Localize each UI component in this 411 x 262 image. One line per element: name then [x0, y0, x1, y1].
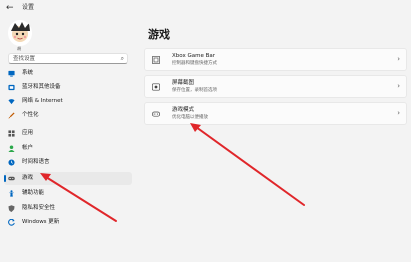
sidebar-item-label: 帐户 — [22, 145, 34, 151]
account-icon — [8, 145, 15, 152]
time-language-icon — [8, 159, 15, 166]
network-icon — [8, 99, 15, 105]
apps-icon — [8, 130, 15, 137]
sidebar-item-bluetooth[interactable]: 蓝牙和其他设备 — [4, 81, 132, 94]
card-subtitle: 保存位置，录制首选项 — [172, 88, 217, 93]
card-title: 游戏模式 — [172, 107, 195, 113]
game-mode-card[interactable]: 游戏模式 优化电脑以便播放 › — [144, 102, 407, 125]
avatar-image — [11, 22, 30, 42]
personalization-icon — [8, 112, 15, 119]
search-input[interactable]: 查找设置 ⌕ — [8, 53, 128, 64]
back-arrow-icon[interactable]: ← — [6, 3, 14, 13]
user-name: 胡 — [17, 46, 21, 51]
sidebar-item-privacy[interactable]: 隐私和安全性 — [4, 202, 132, 215]
title-bar: ← 设置 — [0, 0, 411, 16]
sidebar-item-gaming[interactable]: 游戏 — [4, 172, 132, 185]
chevron-right-icon: › — [397, 55, 400, 63]
annotation-arrow-game-mode — [190, 123, 305, 206]
system-icon — [8, 70, 15, 77]
sidebar-item-label: 应用 — [22, 130, 34, 136]
chevron-right-icon: › — [397, 82, 400, 90]
card-title: 屏幕截图 — [172, 80, 195, 86]
sidebar-item-apps[interactable]: 应用 — [4, 127, 132, 140]
sidebar-item-time-language[interactable]: 时间和语言 — [4, 156, 132, 169]
sidebar-item-network[interactable]: 网络 & Internet — [4, 95, 132, 108]
sidebar-item-label: 个性化 — [22, 112, 39, 118]
sidebar-item-label: 网络 & Internet — [22, 98, 63, 104]
card-subtitle: 控制器和键盘快捷方式 — [172, 61, 217, 66]
capture-icon — [152, 83, 160, 91]
page-title: 游戏 — [148, 28, 170, 41]
sidebar-item-label: 时间和语言 — [22, 159, 50, 165]
card-subtitle: 优化电脑以便播放 — [172, 115, 208, 120]
chevron-right-icon: › — [397, 109, 400, 117]
sidebar-item-label: Windows 更新 — [22, 219, 60, 225]
sidebar-item-label: 隐私和安全性 — [22, 205, 56, 211]
sidebar-item-accessibility[interactable]: 辅助功能 — [4, 187, 132, 200]
card-title: Xbox Game Bar — [172, 53, 215, 59]
privacy-shield-icon — [8, 205, 15, 212]
sidebar-item-label: 游戏 — [22, 175, 34, 181]
sidebar-item-system[interactable]: 系统 — [4, 67, 132, 80]
xbox-icon — [152, 56, 160, 64]
sidebar-item-label: 辅助功能 — [22, 190, 45, 196]
sidebar-item-label: 蓝牙和其他设备 — [22, 84, 61, 90]
sidebar-item-windows-update[interactable]: Windows 更新 — [4, 216, 132, 229]
game-mode-icon — [152, 111, 160, 117]
xbox-game-bar-card[interactable]: Xbox Game Bar 控制器和键盘快捷方式 › — [144, 48, 407, 71]
avatar[interactable] — [8, 20, 32, 46]
windows-update-icon — [8, 219, 15, 226]
captures-card[interactable]: 屏幕截图 保存位置，录制首选项 › — [144, 75, 407, 98]
sidebar-item-personalization[interactable]: 个性化 — [4, 109, 132, 122]
sidebar: 胡 查找设置 ⌕ 系统 蓝牙和其他设备 网络 & Internet 个性化 应用… — [0, 16, 136, 262]
search-icon[interactable]: ⌕ — [121, 55, 124, 62]
selection-indicator — [4, 175, 6, 182]
sidebar-item-account[interactable]: 帐户 — [4, 142, 132, 155]
bluetooth-icon — [8, 84, 15, 91]
sidebar-item-label: 系统 — [22, 70, 34, 76]
window-title: 设置 — [22, 4, 35, 11]
gaming-icon — [8, 176, 15, 181]
search-placeholder: 查找设置 — [13, 56, 36, 62]
accessibility-icon — [8, 190, 15, 197]
